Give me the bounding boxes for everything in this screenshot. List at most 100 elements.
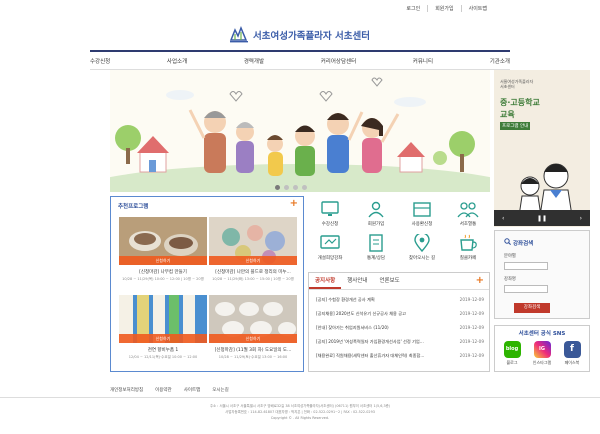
side-banner-subtitle: 프로그램 안내 [500, 122, 531, 130]
notice-tabs: 공지사항 행사안내 언론보도 [309, 273, 489, 290]
notice-row[interactable]: [안내] 찾아가는 취업지원서비스 (11/20) 2019-12-09 [316, 325, 484, 331]
quick-signup[interactable]: 회원가입 [354, 200, 398, 227]
course-search-button[interactable]: 강좌검색 [514, 303, 550, 313]
program-image: 신청하기 [209, 295, 297, 343]
quick-cafe[interactable]: 칠클카페 [446, 234, 490, 261]
notice-row[interactable]: [채용완료] 직원채용(세탁센터 출산휴가자 대체인력) 최종합... 2019-… [316, 353, 484, 359]
notice-row[interactable]: [공지] 2019년 '여성폭력일자 가입환경개선사업' 선정 기업... 201… [316, 339, 484, 345]
banner-pause-button[interactable]: ❚❚ [537, 215, 547, 222]
banner-prev-button[interactable]: ‹ [502, 215, 504, 222]
tab-events[interactable]: 행사안내 [341, 273, 373, 289]
tab-notice[interactable]: 공지사항 [309, 273, 342, 289]
nav-item-community[interactable]: 커뮤니티 [413, 57, 433, 65]
hero-banner[interactable] [110, 70, 490, 192]
program-title: [신청마감] (11월 3회 차) 도요일의 도... [214, 348, 292, 353]
program-card[interactable]: 신청하기 [신청마감] (11월 3회 차) 도요일의 도... 10/28 ~… [209, 295, 297, 360]
nav-item-about[interactable]: 기관소개 [490, 57, 510, 65]
signup-link[interactable]: 회원가입 [427, 5, 460, 12]
quick-menu: 수강신청 회원가입 사용환신청 서초열통 개설희망강좌 통계/상담 찾아오시는 … [308, 196, 490, 264]
side-banner-caption: 서울여성가족플라자 서초센터 [500, 79, 534, 90]
login-link[interactable]: 로그인 [399, 5, 427, 12]
page: 로그인 회원가입 사이트맵 서초여성가족플라자 서초센터 수강신청 사업소개 경… [0, 0, 600, 434]
footer-divider [0, 397, 600, 398]
notice-more-button[interactable]: + [476, 275, 484, 286]
family-illustration [110, 77, 490, 192]
program-title: [신청마감] 나무컵 만들기 [139, 270, 187, 275]
side-banner[interactable]: 서울여성가족플라자 서초센터 중·고등학교 교육 프로그램 안내 [494, 70, 590, 227]
privacy-link[interactable]: 개인정보처리방침 [110, 387, 143, 393]
logo-text: 서초여성가족플라자 서초센터 [253, 31, 370, 42]
apply-badge[interactable]: 신청하기 [119, 256, 207, 265]
user-add-icon [365, 200, 387, 218]
room-icon [411, 200, 433, 218]
blog-icon: blog [503, 341, 521, 358]
notice-row[interactable]: [공지채용] 2020년도 신석유기 신규공사 채용 공고 2019-12-09 [316, 311, 484, 317]
program-card[interactable]: 신청하기 [신청마감] 나만의 플드로 정리의 미누... 10/28 ~ 11… [209, 217, 297, 282]
quick-library[interactable]: 서초열통 [446, 200, 490, 227]
recommended-programs: 추천프로그램 + 신청하기 [신청마감] 나무컵 만들기 10/28 ~ 11/… [110, 196, 304, 372]
program-image: 신청하기 [119, 295, 207, 343]
quick-request-course[interactable]: 개설희망강좌 [308, 234, 352, 261]
side-banner-title: 중·고등학교 [500, 98, 540, 107]
screen-icon [319, 234, 341, 252]
nav-item-counseling[interactable]: 커리어상담센터 [321, 57, 356, 65]
notice-row[interactable]: [공지] 수험장 환경개선 공사 계획 2019-12-09 [316, 297, 484, 303]
sitemap-link[interactable]: 사이트맵 [460, 5, 494, 12]
sns-panel: 서초센터 공식 SNS blog 블로그 IG 인스타그램 f 페이스북 [494, 325, 590, 372]
monitor-icon [319, 200, 341, 218]
search-icon [504, 238, 511, 247]
program-card[interactable]: 신청하기 [신청마감] 나무컵 만들기 10/28 ~ 11/29(목) 10:… [119, 217, 207, 282]
program-schedule: 10/28 ~ 11/29(화) 13:00 ~ 15:00 | 10명 ~ 2… [212, 277, 294, 281]
facebook-icon: f [563, 341, 581, 358]
program-title: [신청마감] 나만의 플드로 정리의 미누... [215, 270, 291, 275]
directions-link[interactable]: 오시는길 [212, 387, 229, 393]
sns-facebook[interactable]: f 페이스북 [561, 341, 583, 366]
footer-info: 주소 : 서울시 서초구 서울특별시 서초구 방배로32길 38 서초여성가족플… [209, 404, 391, 420]
instagram-icon: IG [533, 341, 551, 358]
notice-board: 공지사항 행사안내 언론보도 + [공지] 수험장 환경개선 공사 계획 2019… [308, 272, 490, 372]
nav-item-business[interactable]: 사업소개 [167, 57, 187, 65]
nav-item-career[interactable]: 경력개발 [244, 57, 264, 65]
recommended-title: 추천프로그램 [118, 204, 149, 210]
site-logo[interactable]: 서초여성가족플라자 서초센터 [229, 25, 370, 44]
program-image: 신청하기 [209, 217, 297, 265]
people-icon [457, 200, 479, 218]
program-schedule: 12/04 ~ 12/11(목)·수요일 10:00 ~ 12:00 [128, 355, 198, 359]
terms-link[interactable]: 이용약관 [155, 387, 172, 393]
program-schedule: 10/28 ~ 11/29(목) 10:00 ~ 12:00 | 10명 ~ 2… [122, 277, 204, 281]
nav-item-enroll[interactable]: 수강신청 [90, 57, 110, 65]
sns-blog[interactable]: blog 블로그 [501, 341, 523, 366]
quick-enroll[interactable]: 수강신청 [308, 200, 352, 227]
category-select[interactable] [504, 262, 548, 270]
document-icon [365, 234, 387, 252]
footer-links: 개인정보처리방침 이용약관 사이트맵 오시는길 [110, 387, 241, 393]
logo-mark-icon [229, 25, 249, 44]
cup-icon [457, 234, 479, 252]
map-pin-icon [411, 232, 433, 253]
quick-rental[interactable]: 사용환신청 [400, 200, 444, 227]
course-search-title: 강좌검색 [504, 238, 533, 247]
category-label: 분야별 [504, 254, 516, 259]
tab-press[interactable]: 언론보도 [374, 273, 406, 289]
apply-badge[interactable]: 신청하기 [209, 334, 297, 343]
students-illustration [518, 163, 573, 216]
program-card[interactable]: 신청하기 천연 향비누품 1 12/04 ~ 12/11(목)·수요일 10:0… [119, 295, 207, 360]
side-banner-controls: ‹ ❚❚ › [494, 210, 590, 226]
banner-next-button[interactable]: › [580, 215, 582, 222]
course-name-label: 강좌명 [504, 277, 516, 282]
hero-pagination[interactable] [275, 185, 307, 190]
quick-stats[interactable]: 통계/상담 [354, 234, 398, 261]
main-nav: 수강신청 사업소개 경력개발 커리어상담센터 커뮤니티 기관소개 [90, 50, 510, 70]
course-name-input[interactable] [504, 285, 548, 293]
footer-sitemap-link[interactable]: 사이트맵 [184, 387, 201, 393]
program-schedule: 10/28 ~ 11/29(토)·수요일 13:00 ~ 16:00 [218, 355, 288, 359]
sns-title: 서초센터 공식 SNS [518, 331, 566, 337]
program-image: 신청하기 [119, 217, 207, 265]
quick-directions[interactable]: 찾아오시는 길 [400, 232, 444, 261]
apply-badge[interactable]: 신청하기 [119, 334, 207, 343]
top-links: 로그인 회원가입 사이트맵 [399, 5, 494, 12]
recommended-more-button[interactable]: + [290, 198, 298, 209]
sns-instagram[interactable]: IG 인스타그램 [531, 341, 553, 366]
apply-badge[interactable]: 신청하기 [209, 256, 297, 265]
side-banner-title-2: 교육 [500, 110, 515, 119]
